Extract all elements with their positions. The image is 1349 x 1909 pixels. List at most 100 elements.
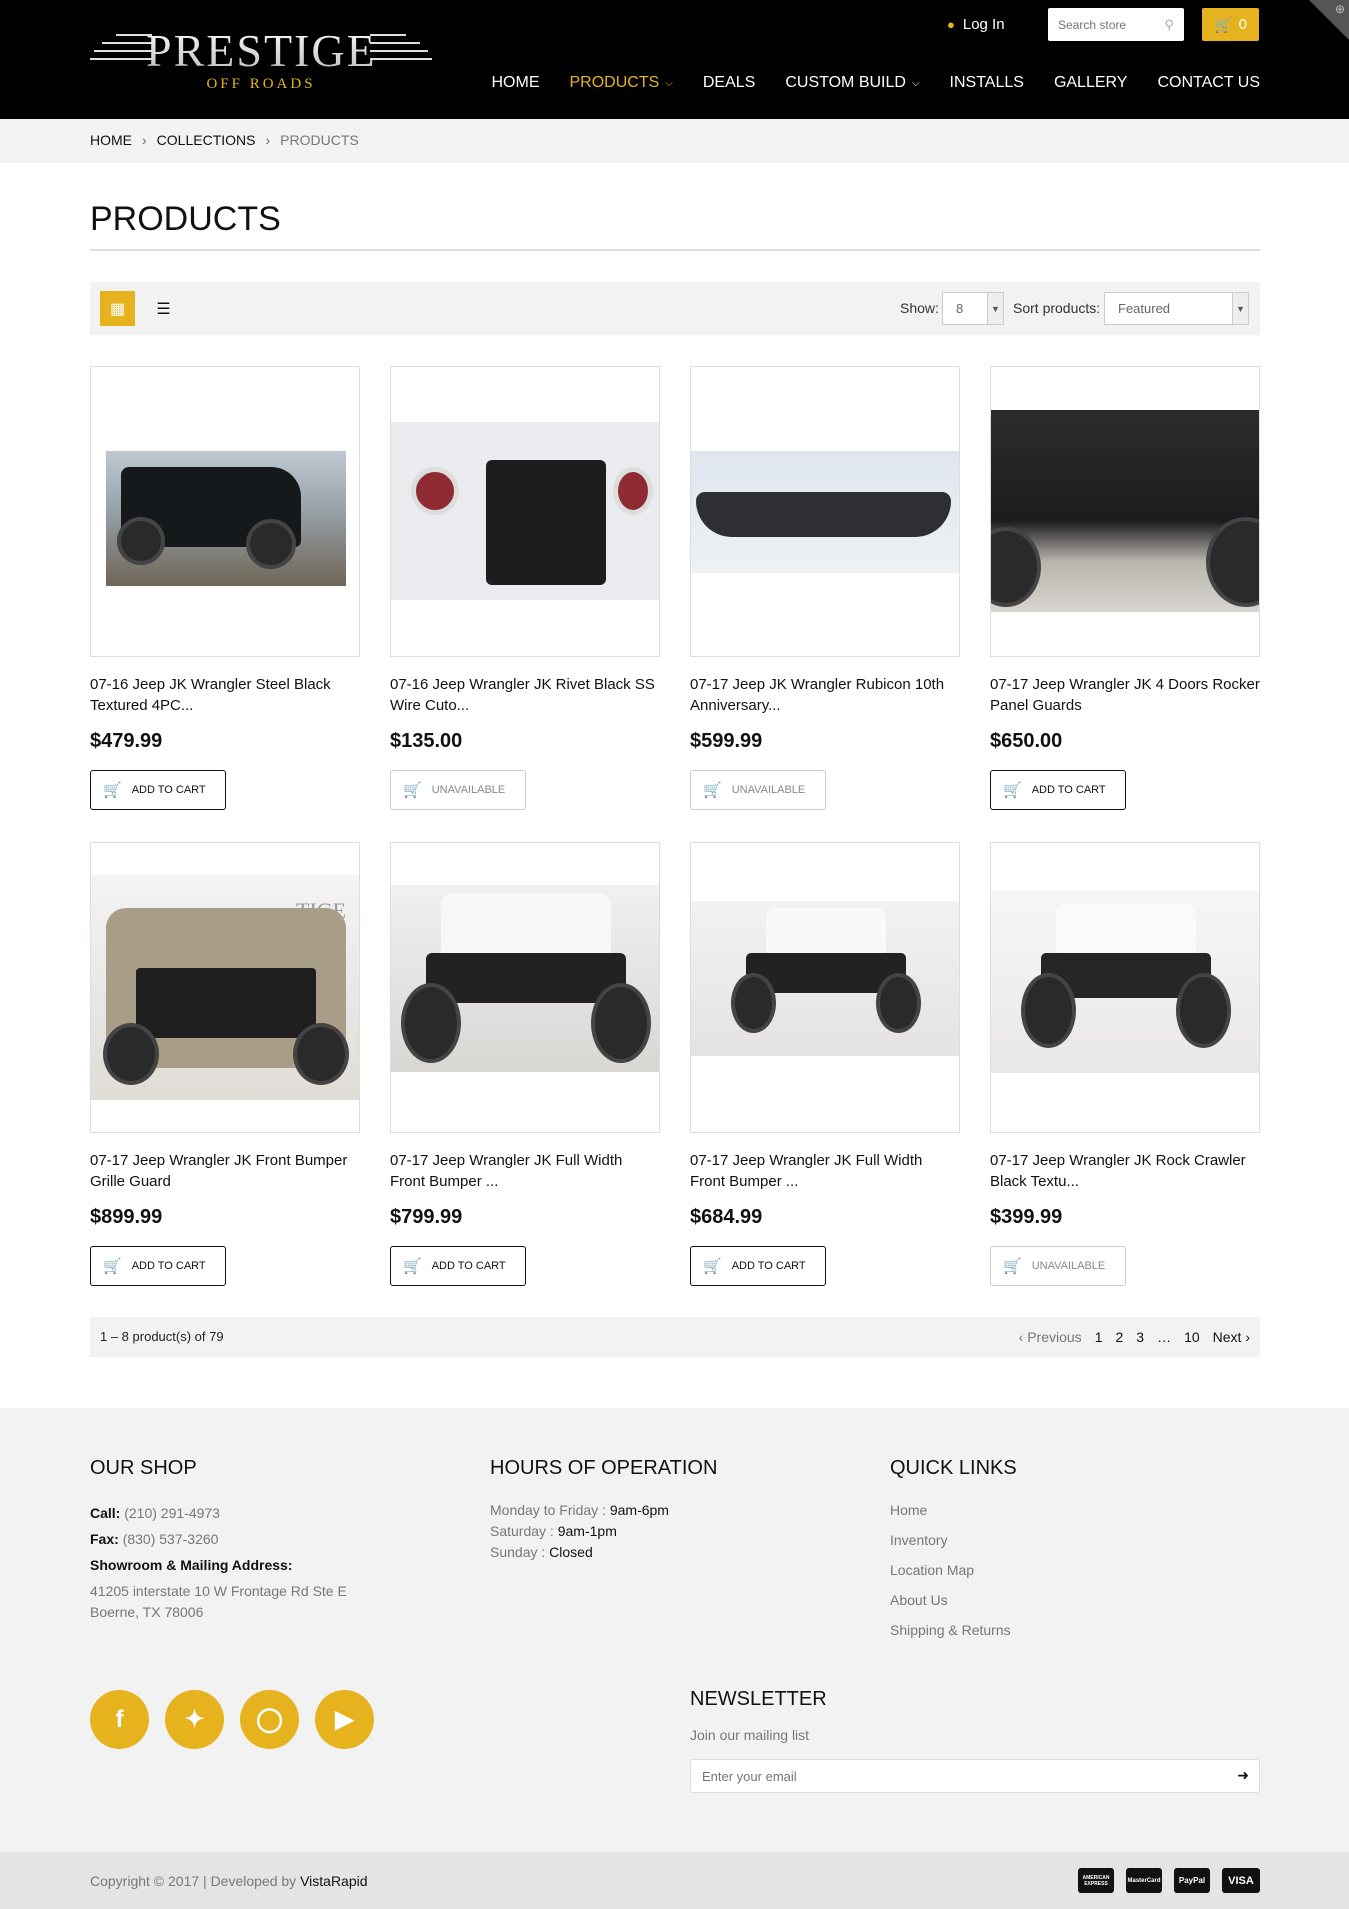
main-nav: HOME PRODUCTS ⌵ DEALS CUSTOM BUILD ⌵ INSTA… [491,74,1260,92]
nav-custom-build[interactable]: CUSTOM BUILD ⌵ [785,74,919,92]
product-title[interactable]: 07-17 Jeep Wrangler JK 4 Doors Rocker Pa… [990,674,1260,716]
arrow-right-icon[interactable]: ➜ [1237,1767,1249,1784]
login-link[interactable]: ● Log In [947,14,1005,34]
product-title[interactable]: 07-17 Jeep Wrangler JK Rock Crawler Blac… [990,1150,1260,1192]
social-links: f ✦ ◯ ▶ [90,1690,374,1749]
product-card: 07-17 Jeep Wrangler JK 4 Doors Rocker Pa… [990,366,1260,810]
chevron-down-icon: ⌵ [665,77,673,89]
nav-label: DEALS [702,74,756,91]
nav-label: GALLERY [1053,74,1128,91]
add-to-cart-button[interactable]: 🛒 ADD TO CART [690,1246,826,1286]
sort-select[interactable]: Featured ▼ [1104,292,1249,325]
add-to-cart-button[interactable]: 🛒 ADD TO CART [390,1246,526,1286]
footer-heading: OUR SHOP [90,1457,197,1479]
product-title[interactable]: 07-17 Jeep Wrangler JK Front Bumper Gril… [90,1150,360,1192]
product-image[interactable] [390,366,660,657]
show-select[interactable]: 8 ▼ [942,292,1004,325]
developer-link[interactable]: VistaRapid [300,1873,367,1889]
breadcrumb-collections[interactable]: COLLECTIONS [157,132,256,148]
footer-link[interactable]: Shipping & Returns [890,1620,1017,1640]
product-image[interactable] [90,366,360,657]
product-price: $135.00 [390,730,463,752]
product-title[interactable]: 07-17 Jeep JK Wrangler Rubicon 10th Anni… [690,674,960,716]
breadcrumb-bar: HOME › COLLECTIONS › PRODUCTS [0,119,1349,163]
product-card: 07-17 Jeep JK Wrangler Rubicon 10th Anni… [690,366,960,810]
breadcrumb: HOME › COLLECTIONS › PRODUCTS [90,132,359,148]
nav-home[interactable]: HOME [491,74,539,92]
button-label: UNAVAILABLE [1031,1260,1106,1272]
product-image[interactable] [990,842,1260,1133]
show-label: Show: [900,300,939,316]
add-to-cart-button[interactable]: 🛒 ADD TO CART [990,770,1126,810]
product-image[interactable]: TIGE [90,842,360,1133]
nav-deals[interactable]: DEALS [703,74,755,92]
button-label: ADD TO CART [131,1260,206,1272]
cart-count: 0 [1238,16,1248,33]
list-view-icon[interactable]: ☰ [146,291,181,326]
previous-link[interactable]: ‹ Previous [1019,1329,1082,1345]
product-price: $650.00 [990,730,1063,752]
search-input[interactable] [1058,17,1158,32]
footer-link[interactable]: Location Map [890,1560,1017,1580]
unavailable-button[interactable]: 🛒 UNAVAILABLE [990,1246,1126,1286]
search-icon[interactable]: ⚲ [1164,17,1174,33]
footer-link[interactable]: About Us [890,1590,1017,1610]
product-image[interactable] [990,366,1260,657]
twitter-icon[interactable]: ✦ [165,1690,224,1749]
newsletter-form: ➜ [690,1759,1260,1793]
youtube-icon[interactable]: ▶ [315,1690,374,1749]
next-link[interactable]: Next › [1213,1329,1250,1345]
logo-lines-left [90,34,152,70]
footer-link[interactable]: Home [890,1500,1017,1520]
unavailable-button[interactable]: 🛒 UNAVAILABLE [690,770,826,810]
cart-icon: 🛒 [103,1258,122,1275]
plus-icon[interactable]: ⊕ [1335,2,1345,16]
product-card: TIGE 07-17 Jeep Wrangler JK Front Bumper… [90,842,360,1286]
product-image[interactable] [690,842,960,1133]
visa-icon: VISA [1222,1868,1260,1893]
nav-contact[interactable]: CONTACT US [1157,74,1260,92]
button-label: ADD TO CART [131,784,206,796]
product-card: 07-16 Jeep Wrangler JK Rivet Black SS Wi… [390,366,660,810]
hours-day: Monday to Friday : [490,1502,606,1518]
product-title[interactable]: 07-16 Jeep Wrangler JK Rivet Black SS Wi… [390,674,660,716]
instagram-icon[interactable]: ◯ [240,1690,299,1749]
product-price: $899.99 [90,1206,163,1228]
cart-button[interactable]: 🛒 0 [1202,8,1259,41]
hours-time: Closed [549,1544,593,1560]
add-to-cart-button[interactable]: 🛒 ADD TO CART [90,770,226,810]
amex-icon: AMERICAN EXPRESS [1078,1868,1114,1893]
page-link[interactable]: 10 [1184,1329,1200,1345]
product-card: 07-17 Jeep Wrangler JK Rock Crawler Blac… [990,842,1260,1286]
product-image[interactable] [390,842,660,1133]
site-footer: OUR SHOP Call: (210) 291-4973 Fax: (830)… [0,1408,1349,1852]
call-label: Call: [90,1505,121,1521]
grid-view-icon[interactable]: ▦ [100,291,135,326]
page-link[interactable]: 1 [1095,1329,1103,1345]
product-title[interactable]: 07-17 Jeep Wrangler JK Full Width Front … [690,1150,960,1192]
product-title[interactable]: 07-16 Jeep JK Wrangler Steel Black Textu… [90,674,360,716]
product-image[interactable] [690,366,960,657]
footer-shop: OUR SHOP Call: (210) 291-4973 Fax: (830)… [90,1457,347,1625]
page-link[interactable]: 3 [1136,1329,1144,1345]
phone-number[interactable]: (210) 291-4973 [124,1505,220,1521]
nav-products[interactable]: PRODUCTS ⌵ [569,74,672,92]
cart-icon: 🛒 [703,1258,722,1275]
product-count: 1 – 8 product(s) of 79 [100,1329,224,1344]
facebook-icon[interactable]: f [90,1690,149,1749]
sort-value: Featured [1118,301,1171,316]
search-box[interactable]: ⚲ [1048,8,1184,41]
cart-icon: 🛒 [103,782,122,799]
nav-installs[interactable]: INSTALLS [950,74,1024,92]
unavailable-button[interactable]: 🛒 UNAVAILABLE [390,770,526,810]
email-field[interactable] [702,1769,1202,1784]
product-title[interactable]: 07-17 Jeep Wrangler JK Full Width Front … [390,1150,660,1192]
chevron-down-icon: ⌵ [911,77,920,89]
add-to-cart-button[interactable]: 🛒 ADD TO CART [90,1246,226,1286]
logo-subtitle: OFF ROADS [206,76,316,92]
breadcrumb-home[interactable]: HOME [90,132,132,148]
logo[interactable]: PRESTIGE OFF ROADS [90,25,432,96]
footer-link[interactable]: Inventory [890,1530,1017,1550]
page-link[interactable]: 2 [1115,1329,1123,1345]
nav-gallery[interactable]: GALLERY [1054,74,1128,92]
